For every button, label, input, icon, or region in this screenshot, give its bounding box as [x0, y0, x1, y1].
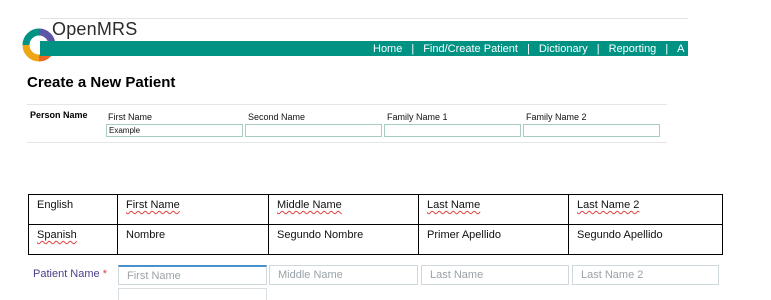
first-name-input[interactable]: Example [106, 124, 243, 137]
family-name-1-input[interactable] [384, 124, 521, 137]
second-name-label: Second Name [248, 112, 306, 122]
nav-reporting-link[interactable]: Reporting [609, 43, 657, 55]
table-cell: Last Name 2 [568, 194, 723, 225]
nav-dictionary-link[interactable]: Dictionary [539, 43, 588, 55]
cell-text: Middle Name [277, 199, 342, 211]
nav-separator: | [665, 43, 669, 55]
table-row: Spanish Nombre Segundo Nombre Primer Ape… [28, 224, 723, 255]
language-cell: English [28, 194, 118, 225]
table-cell: First Name [117, 194, 269, 225]
language-cell: Spanish [28, 224, 118, 255]
nav-home-link[interactable]: Home [373, 43, 402, 55]
person-name-label: Person Name [30, 110, 88, 120]
required-marker: * [102, 268, 107, 280]
cell-text: Spanish [37, 229, 77, 241]
nav-separator: | [526, 43, 530, 55]
dropdown-edge [118, 288, 267, 300]
patient-last-name-2-input[interactable]: Last Name 2 [572, 265, 719, 285]
form-bottom-divider [27, 142, 667, 143]
nav-separator: | [596, 43, 600, 55]
main-nav: Home | Find/Create Patient | Dictionary … [373, 42, 688, 56]
second-name-input[interactable] [245, 124, 382, 137]
cell-text: Last Name [427, 199, 481, 211]
patient-name-label: Patient Name * [33, 268, 107, 280]
nav-admin-link[interactable]: A [677, 43, 684, 55]
table-cell: Primer Apellido [418, 224, 569, 255]
cell-text: First Name [126, 199, 180, 211]
table-row: English First Name Middle Name Last Name… [28, 194, 723, 225]
patient-first-name-input[interactable]: First Name [118, 265, 267, 285]
page-title: Create a New Patient [27, 74, 176, 91]
family-name-2-label: Family Name 2 [526, 112, 587, 122]
form-top-divider [27, 104, 667, 105]
nav-find-create-patient-link[interactable]: Find/Create Patient [423, 43, 518, 55]
patient-last-name-input[interactable]: Last Name [421, 265, 569, 285]
table-cell: Nombre [117, 224, 269, 255]
cell-text: Last Name 2 [577, 199, 640, 211]
table-cell: Segundo Nombre [268, 224, 419, 255]
nav-separator: | [411, 43, 415, 55]
table-cell: Last Name [418, 194, 569, 225]
family-name-2-input[interactable] [523, 124, 660, 137]
translation-table: English First Name Middle Name Last Name… [28, 194, 723, 255]
patient-name-label-text: Patient Name [33, 268, 100, 280]
patient-middle-name-input[interactable]: Middle Name [269, 265, 418, 285]
table-cell: Segundo Apellido [568, 224, 723, 255]
first-name-label: First Name [108, 112, 153, 122]
table-cell: Middle Name [268, 194, 419, 225]
family-name-1-label: Family Name 1 [387, 112, 448, 122]
brand-name: OpenMRS [52, 19, 138, 39]
